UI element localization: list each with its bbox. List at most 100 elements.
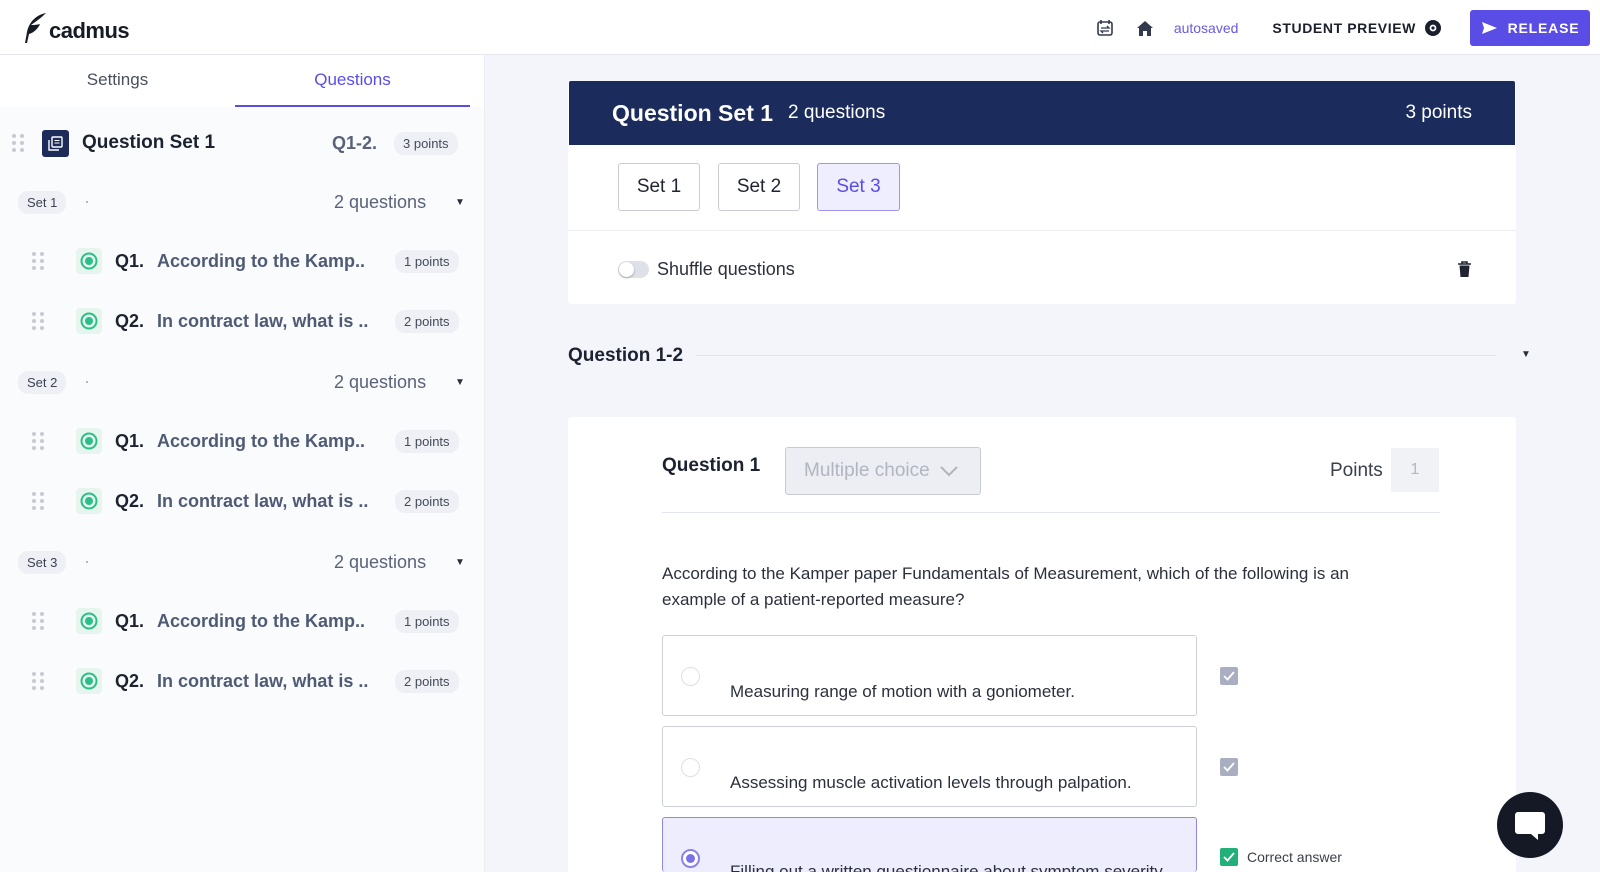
- question-number: Q2.: [115, 670, 145, 691]
- caret-down-icon[interactable]: ▼: [455, 557, 465, 568]
- radio-button[interactable]: [681, 758, 700, 777]
- chat-icon: [1515, 812, 1545, 840]
- set-row-1[interactable]: Set 1 2 questions ▼: [0, 190, 485, 214]
- radio-question-icon: [76, 668, 102, 694]
- student-preview-label: STUDENT PREVIEW: [1272, 20, 1416, 36]
- points-input[interactable]: 1: [1391, 448, 1439, 492]
- eye-icon: [1425, 20, 1441, 36]
- question-points: 2 points: [395, 309, 459, 333]
- correct-answer-label: Correct answer: [1247, 849, 1342, 865]
- question-set-count: 2 questions: [788, 102, 886, 123]
- question-type-select[interactable]: Multiple choice: [785, 447, 981, 495]
- question-set-heading: Question Set 1: [612, 99, 774, 126]
- shuffle-label: Shuffle questions: [657, 259, 795, 279]
- radio-question-icon: [76, 428, 102, 454]
- question-row[interactable]: Q2. In contract law, what is .. 2 points: [0, 307, 485, 335]
- trash-icon[interactable]: [1457, 261, 1472, 283]
- option-text: Measuring range of motion with a goniome…: [730, 682, 1075, 701]
- answer-option-1[interactable]: Measuring range of motion with a goniome…: [662, 635, 1197, 716]
- question-points: 2 points: [395, 669, 459, 693]
- sidebar-tabs: Settings Questions: [0, 55, 484, 107]
- question-row[interactable]: Q1. According to the Kamp.. 1 points: [0, 427, 485, 455]
- question-row[interactable]: Q2. In contract law, what is .. 2 points: [0, 487, 485, 515]
- question-row[interactable]: Q1. According to the Kamp.. 1 points: [0, 247, 485, 275]
- question-row[interactable]: Q1. According to the Kamp.. 1 points: [0, 607, 485, 635]
- question-set-row[interactable]: Question Set 1 Q1-2. 3 points: [0, 127, 485, 159]
- option-text: Assessing muscle activation levels throu…: [730, 773, 1132, 792]
- shuffle-toggle[interactable]: [618, 261, 649, 278]
- radio-question-icon: [76, 608, 102, 634]
- question-points: 1 points: [395, 249, 459, 273]
- set-label: Set 2: [18, 370, 67, 394]
- set-question-count: 2 questions: [334, 551, 427, 572]
- set-question-count: 2 questions: [334, 191, 427, 212]
- question-text: In contract law, what is ..: [157, 310, 369, 331]
- set-row-2[interactable]: Set 2 2 questions ▼: [0, 370, 485, 394]
- drag-handle-icon[interactable]: [12, 134, 24, 152]
- question-prompt: According to the Kamper paper Fundamenta…: [662, 564, 1349, 609]
- correct-checkbox-checked[interactable]: [1220, 848, 1238, 866]
- question-divider: [662, 512, 1440, 513]
- set-2-button[interactable]: Set 2: [718, 163, 800, 211]
- correct-checkbox[interactable]: [1220, 667, 1238, 685]
- chat-support-button[interactable]: [1497, 792, 1563, 858]
- top-bar: cadmus autosaved STUDENT PREVIEW RELEASE: [0, 0, 1600, 55]
- question-number: Q1.: [115, 250, 145, 271]
- release-button[interactable]: RELEASE: [1470, 10, 1590, 46]
- release-label: RELEASE: [1507, 20, 1580, 36]
- question-number: Q1.: [115, 610, 145, 631]
- question-points: 1 points: [395, 609, 459, 633]
- drag-handle-icon[interactable]: [32, 432, 44, 450]
- radio-question-icon: [76, 488, 102, 514]
- drag-handle-icon[interactable]: [32, 252, 44, 270]
- student-preview-button[interactable]: STUDENT PREVIEW: [1272, 19, 1442, 37]
- tab-settings[interactable]: Settings: [0, 55, 235, 107]
- separator-dot: [86, 561, 88, 563]
- radio-button[interactable]: [681, 667, 700, 686]
- option-text: Filling out a written questionnaire abou…: [730, 862, 1167, 872]
- question-row[interactable]: Q2. In contract law, what is .. 2 points: [0, 667, 485, 695]
- cadmus-logo[interactable]: cadmus: [22, 12, 130, 44]
- question-number: Q2.: [115, 490, 145, 511]
- drag-handle-icon[interactable]: [32, 312, 44, 330]
- drag-handle-icon[interactable]: [32, 612, 44, 630]
- collapse-caret-icon[interactable]: ▼: [1521, 349, 1531, 360]
- question-range-line: [696, 355, 1496, 356]
- question-number: Q2.: [115, 310, 145, 331]
- caret-down-icon[interactable]: ▼: [455, 197, 465, 208]
- set-3-button[interactable]: Set 3: [817, 163, 900, 211]
- question-label: Question 1: [662, 455, 761, 476]
- set-label: Set 3: [18, 550, 67, 574]
- home-icon[interactable]: [1134, 17, 1156, 39]
- question-text: In contract law, what is ..: [157, 670, 369, 691]
- send-icon: [1481, 22, 1497, 34]
- check-icon: [1223, 671, 1235, 681]
- question-points: 2 points: [395, 489, 459, 513]
- set-row-3[interactable]: Set 3 2 questions ▼: [0, 550, 485, 574]
- question-set-total-points: 3 points: [1405, 102, 1472, 123]
- radio-question-icon: [76, 248, 102, 274]
- answer-option-3[interactable]: Filling out a written questionnaire abou…: [662, 817, 1197, 872]
- autosaved-status: autosaved: [1173, 20, 1239, 36]
- tab-questions[interactable]: Questions: [235, 55, 470, 107]
- calendar-swap-icon[interactable]: [1094, 17, 1116, 39]
- question-number: Q1.: [115, 430, 145, 451]
- radio-question-icon: [76, 308, 102, 334]
- quill-icon: [25, 13, 46, 43]
- set-label: Set 1: [18, 190, 67, 214]
- card-divider: [568, 230, 1516, 231]
- check-icon: [1223, 762, 1235, 772]
- question-set-title: Question Set 1: [82, 132, 216, 153]
- caret-down-icon[interactable]: ▼: [455, 377, 465, 388]
- drag-handle-icon[interactable]: [32, 672, 44, 690]
- radio-button-selected[interactable]: [681, 849, 700, 868]
- drag-handle-icon[interactable]: [32, 492, 44, 510]
- sidebar: Settings Questions Question Set 1 Q1-2. …: [0, 55, 485, 872]
- question-set-header: Question Set 1 2 questions 3 points: [569, 81, 1515, 145]
- answer-option-2[interactable]: Assessing muscle activation levels throu…: [662, 726, 1197, 807]
- question-points: 1 points: [395, 429, 459, 453]
- question-text: In contract law, what is ..: [157, 490, 369, 511]
- set-1-button[interactable]: Set 1: [618, 163, 700, 211]
- points-label: Points: [1330, 460, 1383, 481]
- correct-checkbox[interactable]: [1220, 758, 1238, 776]
